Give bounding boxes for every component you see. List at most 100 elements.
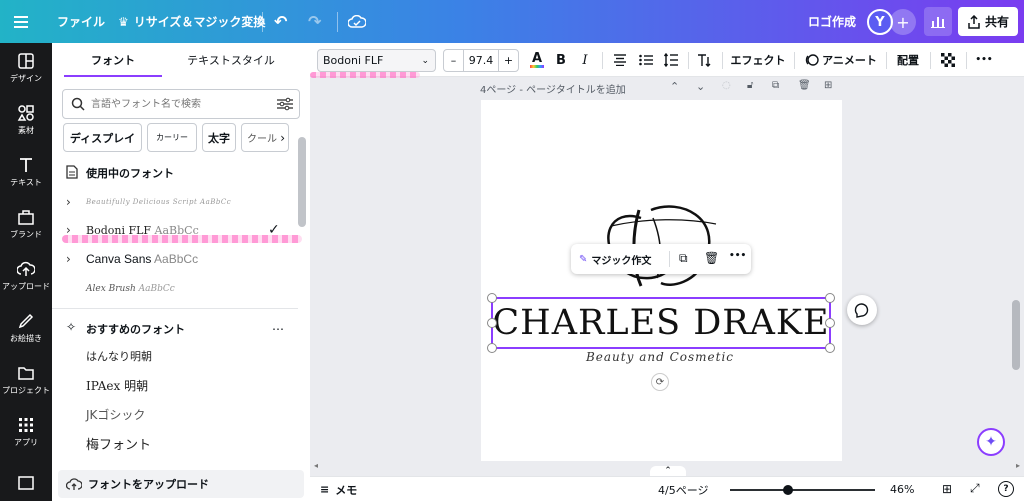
transparency-button[interactable]	[938, 47, 958, 73]
rail-item-design[interactable]: デザイン	[0, 43, 52, 93]
zoom-slider-knob[interactable]	[783, 485, 793, 495]
add-collaborator-button[interactable]: +	[890, 9, 916, 35]
position-button[interactable]: 配置	[894, 47, 922, 73]
logo-create-link[interactable]: ロゴ作成	[808, 0, 856, 43]
font-item-ume[interactable]: 梅フォント	[86, 434, 151, 453]
chip-bold[interactable]: 太字	[202, 123, 236, 152]
notes-button[interactable]: ≡ メモ	[320, 477, 357, 501]
rail-item-draw[interactable]: お絵描き	[0, 303, 52, 353]
rail-label: プロジェクト	[2, 386, 50, 395]
magic-assistant-button[interactable]: ✦	[977, 428, 1005, 456]
font-family-select[interactable]: Bodoni FLF ⌄	[317, 49, 436, 72]
grid-view-icon[interactable]: ⊞	[942, 482, 952, 496]
text-transform-button[interactable]	[694, 47, 716, 73]
chevron-up-icon[interactable]: ⌃	[670, 80, 679, 93]
decrease-size-button[interactable]: –	[444, 50, 464, 71]
filter-icon[interactable]	[277, 97, 293, 111]
undo-icon[interactable]: ↶	[274, 0, 287, 43]
page-indicator[interactable]: 4/5ページ	[658, 477, 708, 501]
more-options-icon[interactable]: •••	[729, 251, 746, 261]
chip-display[interactable]: ディスプレイ	[63, 123, 142, 152]
cloud-sync-icon[interactable]	[348, 0, 366, 43]
scroll-right-icon[interactable]: ▸	[1016, 461, 1020, 470]
rail-item-elements[interactable]: 素材	[0, 95, 52, 145]
divider	[602, 52, 603, 69]
chevron-down-icon[interactable]: ⌄	[696, 80, 705, 93]
rail-item-text[interactable]: テキスト	[0, 147, 52, 197]
bold-button[interactable]: B	[552, 47, 570, 73]
delete-icon[interactable]: 🗑︎	[704, 251, 719, 265]
rail-item-photos[interactable]	[0, 468, 52, 498]
list-button[interactable]	[636, 47, 656, 73]
zoom-slider[interactable]	[730, 485, 875, 495]
add-comment-button[interactable]	[847, 295, 877, 325]
animate-button[interactable]: アニメート	[805, 47, 877, 73]
hide-icon[interactable]: ◌	[722, 80, 731, 91]
tab-text-styles[interactable]: テキストスタイル	[172, 43, 290, 76]
font-item-jk-gothic[interactable]: JKゴシック	[86, 406, 145, 423]
share-button[interactable]: 共有	[958, 7, 1018, 36]
magic-write-button[interactable]: ✎ マジック作文	[579, 244, 651, 274]
upload-font-button[interactable]: フォントをアップロード	[58, 470, 304, 498]
more-options-icon[interactable]: …	[272, 319, 284, 333]
rail-item-apps[interactable]: アプリ	[0, 407, 52, 457]
spacing-button[interactable]	[661, 47, 681, 73]
increase-size-button[interactable]: +	[498, 50, 518, 71]
redo-icon[interactable]: ↷	[308, 0, 321, 43]
rail-item-uploads[interactable]: アップロード	[0, 251, 52, 301]
chip-curly[interactable]: カーリー	[147, 123, 197, 152]
chevron-right-icon[interactable]: ›	[280, 130, 285, 145]
lock-icon[interactable]: 🔓︎	[747, 80, 753, 91]
font-item-ipaex[interactable]: IPAex 明朝	[86, 377, 148, 394]
rotate-icon[interactable]: ⟳	[651, 373, 669, 391]
effects-button[interactable]: エフェクト	[730, 47, 786, 73]
resize-button[interactable]: ♛ リサイズ＆マジック変換	[118, 0, 265, 43]
fullscreen-icon[interactable]: ⤢	[970, 481, 980, 496]
font-size-stepper[interactable]: – 97.4 +	[443, 49, 519, 72]
resize-handle[interactable]	[487, 293, 497, 303]
resize-handle[interactable]	[487, 318, 497, 328]
text-color-button[interactable]: A	[527, 47, 547, 73]
chip-cool[interactable]: クール ›	[241, 123, 289, 152]
add-page-icon[interactable]: ⊞	[824, 80, 832, 91]
page-title[interactable]: 4ページ - ページタイトルを追加	[480, 81, 626, 96]
chevron-right-icon[interactable]: ›	[66, 195, 71, 209]
design-page[interactable]	[481, 100, 842, 461]
show-pages-icon[interactable]: ⌃	[650, 466, 686, 476]
magic-write-label: マジック作文	[591, 255, 652, 267]
panel-scrollbar[interactable]	[298, 137, 306, 227]
text-size-icon	[698, 54, 711, 67]
delete-icon[interactable]: 🗑︎	[798, 80, 811, 91]
logo-tagline-text[interactable]: Beauty and Cosmetic	[555, 350, 765, 372]
font-row-script[interactable]: › Beautifully Delicious Script AaBbCc	[52, 188, 300, 216]
zoom-value[interactable]: 46%	[890, 477, 914, 501]
file-menu[interactable]: ファイル	[57, 0, 105, 43]
more-options-button[interactable]: •••	[972, 47, 996, 73]
align-center-icon	[614, 54, 626, 66]
align-center-button[interactable]	[610, 47, 630, 73]
resize-handle[interactable]	[825, 293, 835, 303]
canvas-horizontal-scrollbar[interactable]: ◂ ▸ ⌃	[310, 461, 1024, 476]
font-search-box[interactable]	[62, 89, 300, 119]
help-button[interactable]: ?	[998, 481, 1014, 497]
scroll-left-icon[interactable]: ◂	[314, 461, 318, 470]
rail-item-projects[interactable]: プロジェクト	[0, 355, 52, 405]
font-search-input[interactable]	[91, 95, 271, 113]
chevron-right-icon[interactable]: ›	[66, 252, 71, 266]
resize-handle[interactable]	[825, 343, 835, 353]
italic-button[interactable]: I	[576, 47, 594, 73]
font-row-alex-brush[interactable]: Alex Brush AaBbCc	[52, 275, 300, 303]
resize-handle[interactable]	[825, 318, 835, 328]
text-toolbar: Bodoni FLF ⌄ – 97.4 + A B I エフェクト アニメート …	[310, 43, 1024, 78]
font-item-hannari[interactable]: はんなり明朝	[86, 348, 152, 364]
font-size-value[interactable]: 97.4	[464, 54, 498, 67]
canvas-vertical-scrollbar[interactable]	[1012, 300, 1020, 370]
resize-handle[interactable]	[487, 343, 497, 353]
duplicate-icon[interactable]: ⧉	[772, 80, 779, 91]
insights-button[interactable]	[924, 7, 952, 36]
menu-icon[interactable]	[14, 0, 28, 43]
font-row-canva-sans[interactable]: › Canva Sans AaBbCc	[52, 245, 300, 273]
duplicate-icon[interactable]: ⧉	[679, 251, 688, 266]
rail-item-brand[interactable]: ブランド	[0, 199, 52, 249]
tab-fonts[interactable]: フォント	[64, 43, 162, 76]
